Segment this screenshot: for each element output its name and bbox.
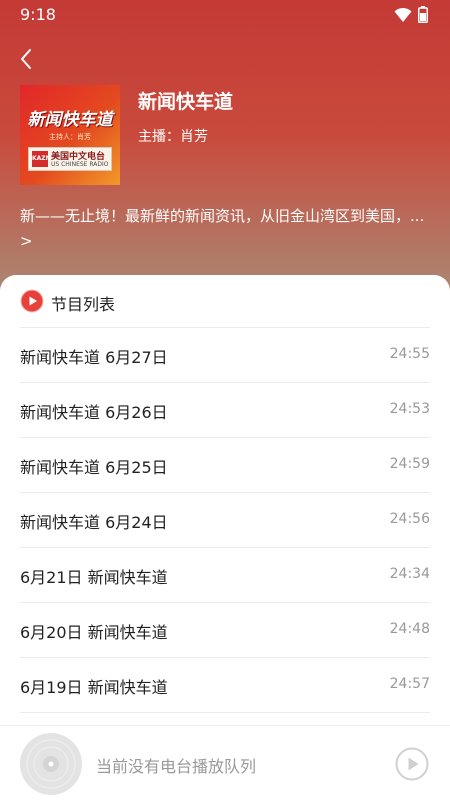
episode-row[interactable]: 6月19日 新闻快车道 24:57 bbox=[20, 657, 430, 712]
episode-title: 新闻快车道 6月25日 bbox=[20, 458, 168, 477]
status-bar: 9:18 bbox=[0, 0, 450, 30]
status-time: 9:18 bbox=[20, 5, 56, 24]
station-logo-mark: KAZN bbox=[32, 151, 51, 167]
episode-list: 新闻快车道 6月27日 24:55 新闻快车道 6月26日 24:53 新闻快车… bbox=[20, 327, 430, 767]
station-logo-en: US CHINESE RADIO bbox=[51, 161, 109, 168]
episode-sheet: 节目列表 新闻快车道 6月27日 24:55 新闻快车道 6月26日 24:53… bbox=[0, 275, 450, 800]
episode-row[interactable]: 新闻快车道 6月26日 24:53 bbox=[20, 382, 430, 437]
episode-list-header: 节目列表 bbox=[20, 289, 430, 315]
episode-row[interactable]: 新闻快车道 6月24日 24:56 bbox=[20, 492, 430, 547]
episode-duration: 24:59 bbox=[389, 456, 430, 472]
cover-title: 新闻快车道 bbox=[27, 110, 113, 130]
station-logo: KAZN 美国中文电台 US CHINESE RADIO bbox=[28, 147, 112, 171]
battery-icon bbox=[418, 6, 428, 23]
mini-player: 当前没有电台播放队列 bbox=[0, 725, 450, 800]
disc-icon[interactable] bbox=[20, 733, 82, 795]
wifi-icon bbox=[394, 7, 412, 22]
mini-player-status: 当前没有电台播放队列 bbox=[96, 757, 257, 776]
episode-row[interactable]: 新闻快车道 6月27日 24:55 bbox=[20, 327, 430, 382]
episode-duration: 24:48 bbox=[389, 621, 430, 637]
program-title: 新闻快车道 bbox=[138, 91, 234, 113]
episode-duration: 24:56 bbox=[389, 511, 430, 527]
cover-subtitle: 主持人：肖芳 bbox=[49, 133, 91, 141]
episode-duration: 24:57 bbox=[389, 676, 430, 692]
play-circle-icon bbox=[20, 289, 44, 313]
episode-title: 6月21日 新闻快车道 bbox=[20, 568, 168, 587]
episode-list-title: 节目列表 bbox=[51, 295, 116, 314]
play-outline-icon[interactable] bbox=[395, 747, 429, 781]
episode-duration: 24:55 bbox=[389, 346, 430, 362]
episode-title: 新闻快车道 6月24日 bbox=[20, 513, 168, 532]
episode-duration: 24:53 bbox=[389, 401, 430, 417]
episode-title: 6月19日 新闻快车道 bbox=[20, 678, 168, 697]
episode-row[interactable]: 新闻快车道 6月25日 24:59 bbox=[20, 437, 430, 492]
episode-title: 新闻快车道 6月27日 bbox=[20, 348, 168, 367]
episode-title: 6月20日 新闻快车道 bbox=[20, 623, 168, 642]
episode-row[interactable]: 6月21日 新闻快车道 24:34 bbox=[20, 547, 430, 602]
program-description[interactable]: 新——无止境！最新鲜的新闻资讯，从旧金山湾区到美国，... > bbox=[20, 204, 430, 254]
episode-title: 新闻快车道 6月26日 bbox=[20, 403, 168, 422]
episode-duration: 24:34 bbox=[389, 566, 430, 582]
program-host: 主播：肖芳 bbox=[138, 129, 208, 145]
back-icon[interactable] bbox=[14, 46, 40, 72]
episode-row[interactable]: 6月20日 新闻快车道 24:48 bbox=[20, 602, 430, 657]
program-cover: 新闻快车道 主持人：肖芳 KAZN 美国中文电台 US CHINESE RADI… bbox=[20, 85, 120, 185]
